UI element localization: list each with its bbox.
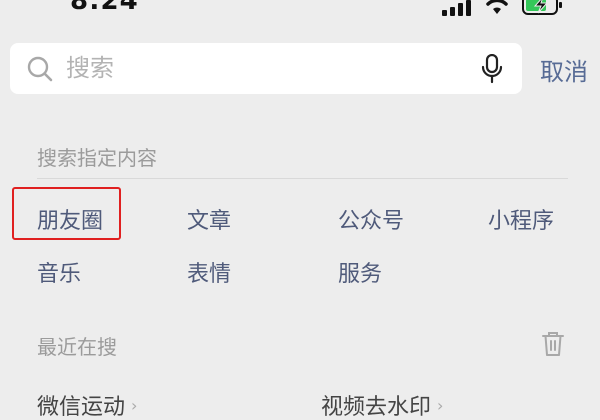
category-music[interactable]: 音乐 — [37, 256, 81, 288]
search-input[interactable] — [66, 51, 466, 85]
section-title-specified-content: 搜索指定内容 — [37, 146, 157, 170]
recent-search-item[interactable]: 视频去水印 › — [321, 389, 443, 420]
search-icon — [27, 56, 53, 82]
divider — [37, 178, 568, 179]
category-official-accounts[interactable]: 公众号 — [338, 203, 404, 235]
recent-search-item[interactable]: 微信运动 › — [37, 389, 137, 420]
wifi-icon — [486, 0, 508, 14]
search-screen: 8:24 取消 搜索指定内容 朋友圈 文章 公众号 小程序 — [0, 0, 600, 420]
signal-icon — [442, 0, 471, 16]
search-box[interactable] — [10, 43, 522, 94]
microphone-icon[interactable] — [480, 54, 504, 84]
category-articles[interactable]: 文章 — [187, 203, 231, 235]
recent-search-label: 微信运动 — [37, 395, 126, 420]
battery-charging-icon — [522, 0, 562, 15]
chevron-right-icon: › — [131, 396, 138, 415]
cancel-button[interactable]: 取消 — [540, 52, 588, 87]
category-moments[interactable]: 朋友圈 — [37, 203, 103, 235]
category-services[interactable]: 服务 — [338, 256, 382, 288]
recent-search-label: 视频去水印 — [321, 395, 432, 420]
chevron-right-icon: › — [437, 396, 444, 415]
category-stickers[interactable]: 表情 — [187, 256, 231, 288]
status-time: 8:24 — [70, 0, 139, 16]
category-mini-programs[interactable]: 小程序 — [488, 203, 554, 235]
trash-icon[interactable] — [541, 331, 565, 357]
section-title-recent: 最近在搜 — [37, 335, 117, 359]
